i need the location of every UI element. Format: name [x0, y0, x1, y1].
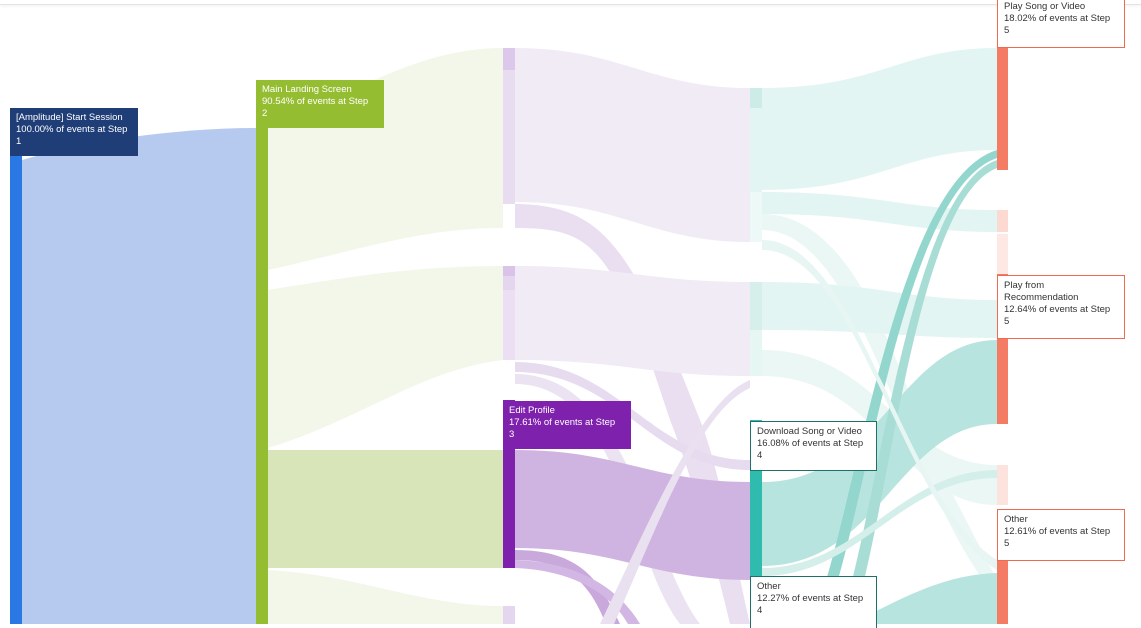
label-other-step5-percent: 12.61% of events at Step [1004, 526, 1111, 537]
node-bar-step3-mid-b[interactable] [503, 276, 515, 290]
label-main-landing[interactable]: Main Landing Screen 90.54% of events at … [256, 80, 384, 128]
flow-start-to-main-landing[interactable] [22, 128, 256, 624]
node-bar-step4-top-a[interactable] [750, 88, 762, 108]
label-edit-profile-name: Edit Profile [509, 405, 555, 416]
label-other-step4-name: Other [757, 581, 781, 592]
label-start-session-name: [Amplitude] Start Session [16, 112, 123, 123]
label-edit-profile-step: 3 [509, 429, 515, 440]
label-download-song-step: 4 [757, 450, 763, 461]
label-play-song-name: Play Song or Video [1004, 1, 1086, 12]
node-bar-step4-mid-b[interactable] [750, 330, 762, 376]
label-other-step4[interactable]: Other 12.27% of events at Step 4 [750, 576, 877, 628]
flow-main-to-edit-profile[interactable] [268, 450, 503, 568]
label-download-song-name: Download Song or Video [757, 426, 862, 437]
label-play-recommendation-step: 5 [1004, 316, 1010, 327]
label-play-recommendation-percent: 12.64% of events at Step [1004, 304, 1111, 315]
label-other-step5-name: Other [1004, 514, 1028, 525]
label-other-step5-step: 5 [1004, 538, 1010, 549]
node-bar-step4-top-c[interactable] [750, 192, 762, 242]
label-edit-profile-percent: 17.61% of events at Step [509, 417, 616, 428]
node-bar-step3-bottom[interactable] [503, 606, 515, 624]
node-bar-step3-mid-a[interactable] [503, 266, 515, 276]
node-bar-step4-mid-a[interactable] [750, 282, 762, 330]
label-other-step4-percent: 12.27% of events at Step [757, 593, 864, 604]
label-other-step4-step: 4 [757, 605, 763, 616]
label-download-song-percent: 16.08% of events at Step [757, 438, 864, 449]
label-start-session-step: 1 [16, 136, 22, 147]
node-bar-step3-top[interactable] [503, 48, 515, 70]
node-bar-main-landing[interactable] [256, 80, 268, 624]
flow-step4-mid-to-rec[interactable] [762, 282, 997, 338]
flow-main-to-step3-mid[interactable] [268, 266, 503, 448]
label-play-recommendation[interactable]: Play from Recommendation 12.64% of event… [997, 275, 1125, 339]
flow-step4-top-to-play-song[interactable] [762, 48, 997, 190]
flow-main-to-step3-bottom[interactable] [268, 570, 503, 624]
journey-sankey-chart[interactable] [0, 0, 1141, 624]
label-other-step5[interactable]: Other 12.61% of events at Step 5 [997, 509, 1125, 561]
node-bar-step3-mid-c[interactable] [503, 290, 515, 360]
label-play-song[interactable]: Play Song or Video 18.02% of events at S… [997, 0, 1125, 48]
label-start-session-percent: 100.00% of events at Step [16, 124, 128, 135]
node-bar-start-session[interactable] [10, 110, 22, 624]
label-play-song-percent: 18.02% of events at Step [1004, 13, 1111, 24]
label-main-landing-percent: 90.54% of events at Step [262, 96, 369, 107]
label-download-song[interactable]: Download Song or Video 16.08% of events … [750, 421, 877, 471]
label-play-recommendation-name: Play from Recommendation [1004, 280, 1079, 303]
node-bar-step5-low-a[interactable] [997, 465, 1008, 505]
label-start-session[interactable]: [Amplitude] Start Session 100.00% of eve… [10, 108, 138, 156]
node-bar-step5-mid-a[interactable] [997, 210, 1008, 232]
label-main-landing-name: Main Landing Screen [262, 84, 352, 95]
label-edit-profile[interactable]: Edit Profile 17.61% of events at Step 3 [503, 401, 631, 449]
node-bar-step3-top-b[interactable] [503, 70, 515, 204]
node-bar-step5-mid-b[interactable] [997, 234, 1008, 274]
label-main-landing-step: 2 [262, 108, 268, 119]
node-bar-step4-top-b[interactable] [750, 108, 762, 192]
label-play-song-step: 5 [1004, 25, 1010, 36]
flow-step3-mid-to-step4-mid[interactable] [515, 266, 750, 376]
